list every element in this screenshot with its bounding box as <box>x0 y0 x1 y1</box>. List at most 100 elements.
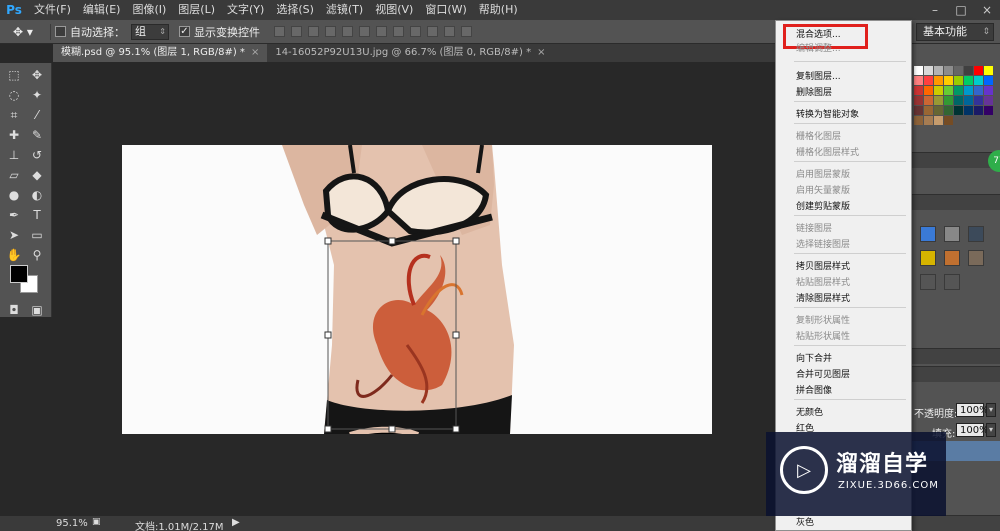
style-swatch[interactable] <box>968 250 984 266</box>
history-brush-tool-icon[interactable]: ↺ <box>28 146 46 164</box>
distribute-top-icon[interactable] <box>376 26 387 37</box>
context-menu-item[interactable]: 启用图层蒙版 <box>776 167 911 183</box>
move-tool-preset-icon[interactable]: ✥ ▾ <box>0 25 46 39</box>
color-swatch[interactable] <box>954 106 963 115</box>
zoom-level[interactable]: 95.1% <box>56 518 88 529</box>
context-menu-item[interactable]: 灰色 <box>776 515 911 530</box>
color-swatch[interactable] <box>934 106 943 115</box>
color-swatch[interactable] <box>914 66 923 75</box>
color-swatch[interactable] <box>944 76 953 85</box>
distribute-vcenter-icon[interactable] <box>393 26 404 37</box>
type-tool-icon[interactable]: T <box>28 206 46 224</box>
distribute-bottom-icon[interactable] <box>410 26 421 37</box>
menu-select[interactable]: 选择(S) <box>270 0 320 20</box>
color-swatch[interactable] <box>984 96 993 105</box>
color-swatch[interactable] <box>924 76 933 85</box>
menu-image[interactable]: 图像(I) <box>126 0 172 20</box>
auto-select-dropdown[interactable]: 组 <box>131 23 169 40</box>
color-swatch[interactable] <box>954 66 963 75</box>
move-tool-icon[interactable]: ✥ <box>28 66 46 84</box>
context-menu-item[interactable]: 编辑调整... <box>776 41 911 57</box>
style-swatch[interactable] <box>944 226 960 242</box>
menu-edit[interactable]: 编辑(E) <box>77 0 127 20</box>
color-swatch[interactable] <box>984 86 993 95</box>
menu-help[interactable]: 帮助(H) <box>473 0 524 20</box>
style-swatch[interactable] <box>920 274 936 290</box>
menu-layer[interactable]: 图层(L) <box>172 0 221 20</box>
context-menu-item[interactable]: 链接图层 <box>776 221 911 237</box>
tab-document-2[interactable]: 14-16052P92U13U.jpg @ 66.7% (图层 0, RGB/8… <box>267 44 553 62</box>
color-swatch[interactable] <box>984 66 993 75</box>
distribute-right-icon[interactable] <box>461 26 472 37</box>
context-menu-item[interactable]: 删除图层 <box>776 85 911 101</box>
color-swatch[interactable] <box>964 96 973 105</box>
menu-window[interactable]: 窗口(W) <box>419 0 472 20</box>
blur-tool-icon[interactable]: ● <box>5 186 23 204</box>
color-swatch[interactable] <box>984 106 993 115</box>
tab-document-1[interactable]: 模糊.psd @ 95.1% (图层 1, RGB/8#) * × <box>53 44 268 62</box>
context-menu-item[interactable]: 转换为智能对象 <box>776 107 911 123</box>
pen-tool-icon[interactable]: ✒ <box>5 206 23 224</box>
color-swatch[interactable] <box>954 86 963 95</box>
eraser-tool-icon[interactable]: ▱ <box>5 166 23 184</box>
fill-dropdown-icon[interactable]: ▾ <box>986 423 996 437</box>
align-right-icon[interactable] <box>359 26 370 37</box>
clone-stamp-tool-icon[interactable]: ⊥ <box>5 146 23 164</box>
color-swatch[interactable] <box>944 106 953 115</box>
menu-type[interactable]: 文字(Y) <box>221 0 270 20</box>
menu-filter[interactable]: 滤镜(T) <box>320 0 369 20</box>
crop-tool-icon[interactable]: ⌗ <box>5 106 23 124</box>
style-swatch[interactable] <box>920 226 936 242</box>
context-menu-item[interactable]: 选择链接图层 <box>776 237 911 253</box>
context-menu-item[interactable]: 栅格化图层 <box>776 129 911 145</box>
paint-bucket-tool-icon[interactable]: ◆ <box>28 166 46 184</box>
color-swatch[interactable] <box>934 86 943 95</box>
context-menu-item[interactable]: 复制形状属性 <box>776 313 911 329</box>
color-swatch[interactable] <box>934 116 943 125</box>
marquee-tool-icon[interactable]: ⬚ <box>5 66 23 84</box>
align-vcenter-icon[interactable] <box>291 26 302 37</box>
healing-brush-tool-icon[interactable]: ✚ <box>5 126 23 144</box>
color-swatch[interactable] <box>914 76 923 85</box>
status-info-icon[interactable]: ▣ <box>92 517 101 527</box>
color-swatch[interactable] <box>944 86 953 95</box>
menu-view[interactable]: 视图(V) <box>369 0 419 20</box>
menu-file[interactable]: 文件(F) <box>28 0 77 20</box>
color-swatch[interactable] <box>964 76 973 85</box>
quick-mask-icon[interactable]: ◘ <box>5 301 23 319</box>
style-swatch[interactable] <box>944 250 960 266</box>
hand-tool-icon[interactable]: ✋ <box>5 246 23 264</box>
context-menu-item[interactable]: 粘贴形状属性 <box>776 329 911 345</box>
context-menu-item[interactable]: 创建剪贴蒙版 <box>776 199 911 215</box>
style-swatch[interactable] <box>944 274 960 290</box>
brush-tool-icon[interactable]: ✎ <box>28 126 46 144</box>
color-swatch[interactable] <box>934 66 943 75</box>
style-swatch[interactable] <box>920 250 936 266</box>
color-swatch[interactable] <box>964 106 973 115</box>
zoom-tool-icon[interactable]: ⚲ <box>28 246 46 264</box>
distribute-left-icon[interactable] <box>427 26 438 37</box>
color-swatch[interactable] <box>924 86 933 95</box>
color-swatch[interactable] <box>984 76 993 85</box>
context-menu-item[interactable]: 合并可见图层 <box>776 367 911 383</box>
color-swatch[interactable] <box>964 86 973 95</box>
distribute-hcenter-icon[interactable] <box>444 26 455 37</box>
context-menu-item[interactable]: 启用矢量蒙版 <box>776 183 911 199</box>
color-swatch[interactable] <box>944 116 953 125</box>
color-swatch[interactable] <box>974 106 983 115</box>
rectangle-tool-icon[interactable]: ▭ <box>28 226 46 244</box>
context-menu-item[interactable]: 清除图层样式 <box>776 291 911 307</box>
align-left-icon[interactable] <box>325 26 336 37</box>
style-swatch[interactable] <box>968 226 984 242</box>
color-swatch[interactable] <box>964 66 973 75</box>
maximize-icon[interactable]: □ <box>948 0 974 20</box>
workspace-select[interactable]: 基本功能 <box>916 23 994 41</box>
auto-select-checkbox[interactable] <box>55 26 66 37</box>
path-selection-tool-icon[interactable]: ➤ <box>5 226 23 244</box>
color-swatch[interactable] <box>914 106 923 115</box>
align-top-icon[interactable] <box>274 26 285 37</box>
color-swatch[interactable] <box>924 96 933 105</box>
screen-mode-icon[interactable]: ▣ <box>28 301 46 319</box>
context-menu-item[interactable]: 粘贴图层样式 <box>776 275 911 291</box>
magic-wand-tool-icon[interactable]: ✦ <box>28 86 46 104</box>
